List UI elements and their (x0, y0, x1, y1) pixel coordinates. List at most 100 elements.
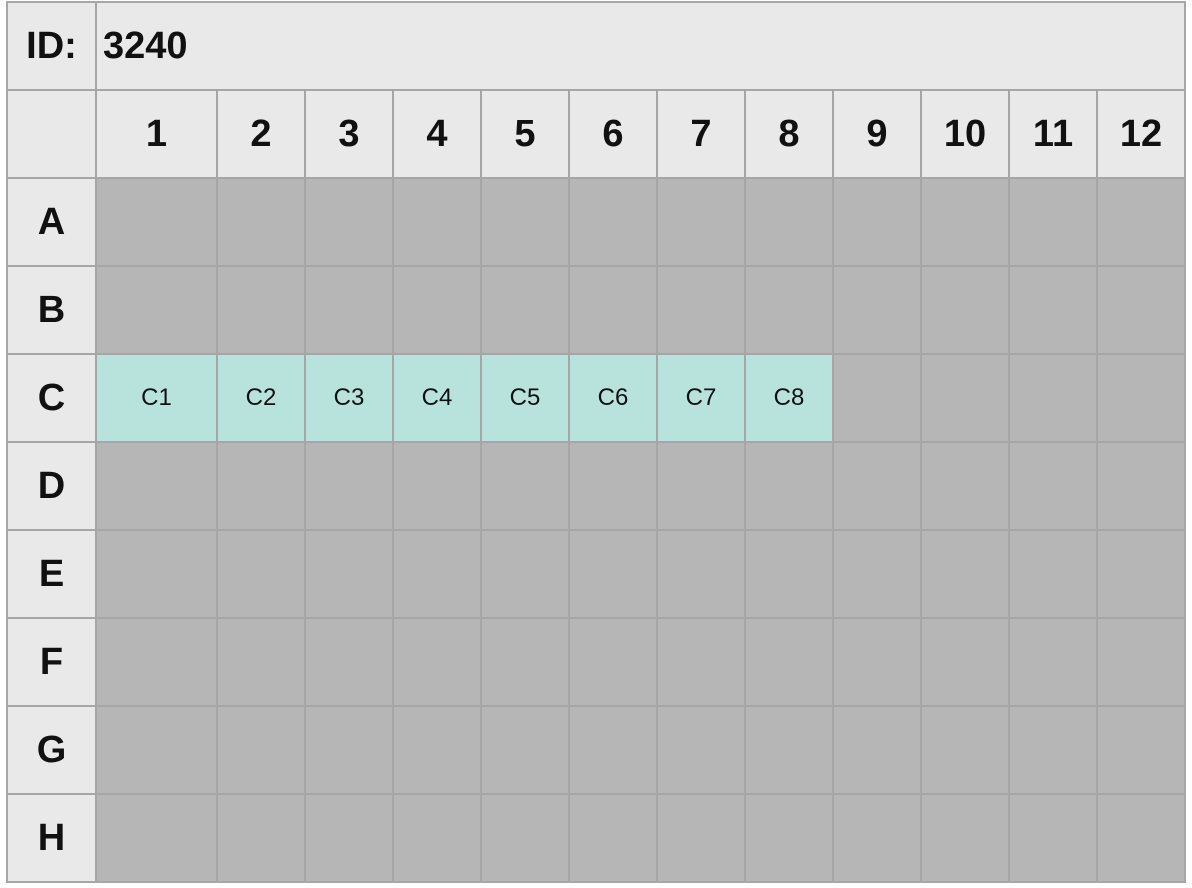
plate-id-value: 3240 (94, 1, 1187, 91)
well-F6[interactable] (568, 617, 658, 707)
well-G2[interactable] (216, 705, 306, 795)
well-G7[interactable] (656, 705, 746, 795)
well-H11[interactable] (1008, 793, 1098, 883)
well-F11[interactable] (1008, 617, 1098, 707)
well-D6[interactable] (568, 441, 658, 531)
well-G11[interactable] (1008, 705, 1098, 795)
well-B7[interactable] (656, 265, 746, 355)
well-F12[interactable] (1095, 617, 1187, 707)
well-H4[interactable] (392, 793, 482, 883)
well-D7[interactable] (656, 441, 746, 531)
well-C3[interactable]: C3 (304, 353, 394, 443)
well-C6[interactable]: C6 (568, 353, 658, 443)
well-D2[interactable] (216, 441, 306, 531)
well-C12[interactable] (1095, 353, 1187, 443)
well-H6[interactable] (568, 793, 658, 883)
well-G8[interactable] (744, 705, 834, 795)
well-B10[interactable] (920, 265, 1010, 355)
well-D10[interactable] (920, 441, 1010, 531)
well-H8[interactable] (744, 793, 834, 883)
well-B4[interactable] (392, 265, 482, 355)
well-E11[interactable] (1008, 529, 1098, 619)
well-H7[interactable] (656, 793, 746, 883)
well-A9[interactable] (832, 177, 922, 267)
well-C5[interactable]: C5 (480, 353, 570, 443)
well-H3[interactable] (304, 793, 394, 883)
well-D12[interactable] (1095, 441, 1187, 531)
column-header-6: 6 (568, 89, 658, 179)
well-F9[interactable] (832, 617, 922, 707)
column-header-3: 3 (304, 89, 394, 179)
well-A5[interactable] (480, 177, 570, 267)
well-E5[interactable] (480, 529, 570, 619)
well-B6[interactable] (568, 265, 658, 355)
well-B11[interactable] (1008, 265, 1098, 355)
well-D3[interactable] (304, 441, 394, 531)
well-A11[interactable] (1008, 177, 1098, 267)
well-E10[interactable] (920, 529, 1010, 619)
well-D4[interactable] (392, 441, 482, 531)
well-E3[interactable] (304, 529, 394, 619)
well-F8[interactable] (744, 617, 834, 707)
well-C10[interactable] (920, 353, 1010, 443)
well-A8[interactable] (744, 177, 834, 267)
well-A2[interactable] (216, 177, 306, 267)
well-D9[interactable] (832, 441, 922, 531)
well-H2[interactable] (216, 793, 306, 883)
well-E2[interactable] (216, 529, 306, 619)
well-D5[interactable] (480, 441, 570, 531)
well-C9[interactable] (832, 353, 922, 443)
well-G6[interactable] (568, 705, 658, 795)
well-F2[interactable] (216, 617, 306, 707)
column-header-1: 1 (95, 89, 218, 179)
well-B9[interactable] (832, 265, 922, 355)
well-D11[interactable] (1008, 441, 1098, 531)
well-F1[interactable] (95, 617, 218, 707)
well-B12[interactable] (1095, 265, 1187, 355)
well-C4[interactable]: C4 (392, 353, 482, 443)
well-B8[interactable] (744, 265, 834, 355)
well-E9[interactable] (832, 529, 922, 619)
well-G10[interactable] (920, 705, 1010, 795)
well-H12[interactable] (1095, 793, 1187, 883)
well-H10[interactable] (920, 793, 1010, 883)
well-G5[interactable] (480, 705, 570, 795)
well-G3[interactable] (304, 705, 394, 795)
well-G1[interactable] (95, 705, 218, 795)
well-C11[interactable] (1008, 353, 1098, 443)
well-A6[interactable] (568, 177, 658, 267)
well-E6[interactable] (568, 529, 658, 619)
well-F10[interactable] (920, 617, 1010, 707)
well-C7[interactable]: C7 (656, 353, 746, 443)
well-E12[interactable] (1095, 529, 1187, 619)
well-E8[interactable] (744, 529, 834, 619)
well-G12[interactable] (1095, 705, 1187, 795)
well-C2[interactable]: C2 (216, 353, 306, 443)
well-A7[interactable] (656, 177, 746, 267)
well-A4[interactable] (392, 177, 482, 267)
well-G9[interactable] (832, 705, 922, 795)
well-F5[interactable] (480, 617, 570, 707)
well-G4[interactable] (392, 705, 482, 795)
well-A1[interactable] (95, 177, 218, 267)
well-E4[interactable] (392, 529, 482, 619)
well-D8[interactable] (744, 441, 834, 531)
well-F4[interactable] (392, 617, 482, 707)
well-H1[interactable] (95, 793, 218, 883)
well-B3[interactable] (304, 265, 394, 355)
well-H5[interactable] (480, 793, 570, 883)
well-F7[interactable] (656, 617, 746, 707)
well-B2[interactable] (216, 265, 306, 355)
well-A10[interactable] (920, 177, 1010, 267)
well-E7[interactable] (656, 529, 746, 619)
well-H9[interactable] (832, 793, 922, 883)
well-E1[interactable] (95, 529, 218, 619)
well-C8[interactable]: C8 (744, 353, 834, 443)
well-C1[interactable]: C1 (95, 353, 218, 443)
well-F3[interactable] (304, 617, 394, 707)
well-B5[interactable] (480, 265, 570, 355)
well-A3[interactable] (304, 177, 394, 267)
well-B1[interactable] (95, 265, 218, 355)
well-D1[interactable] (95, 441, 218, 531)
well-A12[interactable] (1095, 177, 1187, 267)
